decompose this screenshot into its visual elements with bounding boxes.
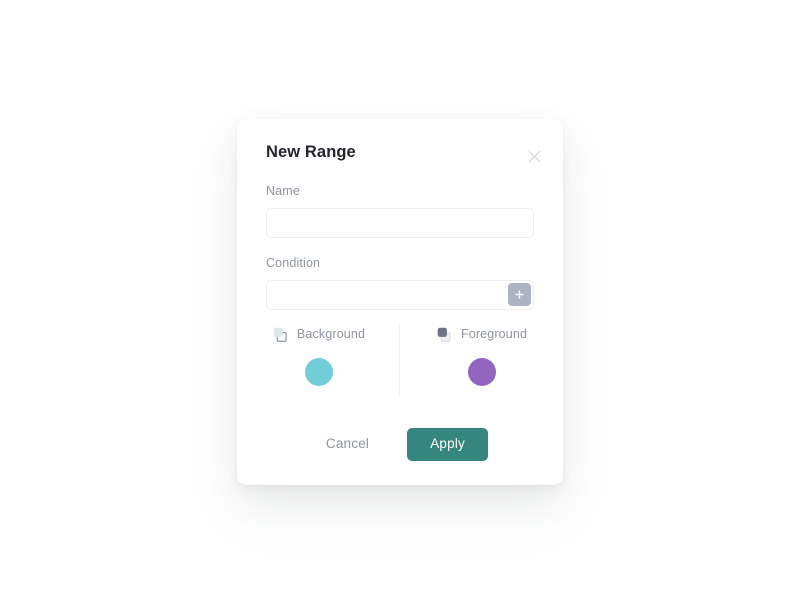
name-field-label: Name [266,184,300,198]
background-color-swatch[interactable] [304,358,333,386]
color-selectors: Background Foreground [237,324,563,404]
background-color-toggle[interactable]: Background [272,324,365,344]
plus-icon [514,289,525,300]
background-color-section: Background [237,324,400,404]
dialog-footer: Cancel Apply [237,424,563,464]
foreground-color-swatch[interactable] [467,358,496,386]
layers-front-icon [436,326,453,343]
name-input-wrapper [266,207,534,238]
new-range-dialog: New Range Name Condition Background Fore… [237,119,563,485]
add-condition-button[interactable] [508,282,531,306]
foreground-color-toggle[interactable]: Foreground [436,324,527,344]
apply-button[interactable]: Apply [407,427,489,461]
layers-back-icon [272,326,289,343]
close-icon[interactable] [523,145,545,167]
name-field-group: Name [266,185,534,238]
background-color-label: Background [296,326,366,341]
dialog-title: New Range [266,143,356,161]
condition-input[interactable] [266,279,534,310]
name-input[interactable] [266,207,534,238]
dialog-header: New Range [237,119,563,179]
condition-field-group: Condition [266,257,534,310]
cancel-button[interactable]: Cancel [312,428,383,460]
foreground-color-section: Foreground [400,324,563,404]
condition-input-wrapper [266,279,534,310]
condition-field-label: Condition [266,256,321,270]
foreground-color-label: Foreground [460,326,528,341]
